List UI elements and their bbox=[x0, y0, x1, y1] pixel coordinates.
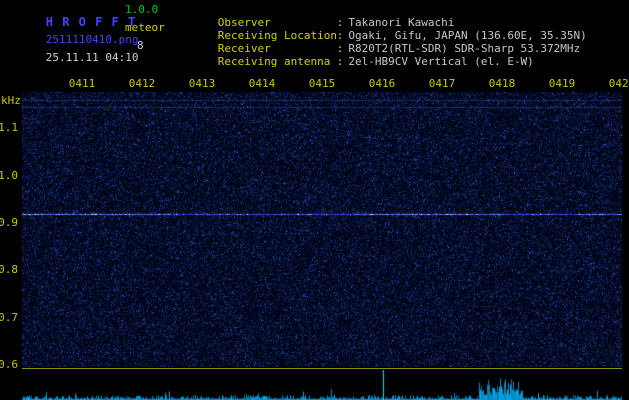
app-info-block: H R O F F T 1.0.0 2511110410.png meteor … bbox=[6, 4, 178, 58]
time-tick-0415: 0415 bbox=[309, 78, 336, 90]
filename-row: 2511110410.png meteor bbox=[6, 22, 178, 40]
info-value: Takanori Kawachi bbox=[348, 16, 454, 29]
level-strip-panel bbox=[22, 368, 622, 400]
info-separator: : bbox=[337, 42, 344, 55]
echo-count: 8 bbox=[137, 40, 144, 52]
observation-datetime: 25.11.11 04:10 bbox=[46, 51, 139, 64]
info-separator: : bbox=[337, 29, 344, 42]
time-tick-0412: 0412 bbox=[129, 78, 156, 90]
info-label: Receiver bbox=[218, 43, 337, 55]
time-tick-0417: 0417 bbox=[429, 78, 456, 90]
time-tick-0413: 0413 bbox=[189, 78, 216, 90]
info-value: Ogaki, Gifu, JAPAN (136.60E, 35.35N) bbox=[348, 29, 586, 42]
level-strip-canvas bbox=[22, 370, 622, 400]
info-label: Receiving Location bbox=[218, 30, 337, 42]
time-tick-0420: 0420 bbox=[609, 78, 629, 90]
freq-tick-0.7: 0.7 bbox=[0, 312, 18, 324]
info-separator: : bbox=[337, 16, 344, 29]
station-info-block: Observer:Takanori Kawachi Receiving Loca… bbox=[178, 5, 587, 57]
freq-tick-0.9: 0.9 bbox=[0, 217, 18, 229]
info-label: Receiving antenna bbox=[218, 56, 337, 68]
time-tick-0411: 0411 bbox=[69, 78, 96, 90]
time-tick-0418: 0418 bbox=[489, 78, 516, 90]
observation-mode: meteor bbox=[125, 22, 165, 34]
time-tick-0416: 0416 bbox=[369, 78, 396, 90]
datetime-row: 25.11.11 04:10 8 bbox=[6, 40, 178, 58]
app-version: 1.0.0 bbox=[125, 4, 158, 16]
spectrogram-canvas bbox=[22, 92, 622, 367]
info-separator: : bbox=[337, 55, 344, 68]
freq-tick-0.8: 0.8 bbox=[0, 264, 18, 276]
time-tick-0414: 0414 bbox=[249, 78, 276, 90]
info-value: 2el-HB9CV Vertical (el. E-W) bbox=[348, 55, 533, 68]
time-axis: 0411041204130414041504160417041804190420 bbox=[22, 78, 622, 91]
hrofft-window: H R O F F T 1.0.0 2511110410.png meteor … bbox=[0, 0, 629, 400]
time-tick-0419: 0419 bbox=[549, 78, 576, 90]
freq-tick-0.6: 0.6 bbox=[0, 359, 18, 371]
info-value: R820T2(RTL-SDR) SDR-Sharp 53.372MHz bbox=[348, 42, 580, 55]
freq-axis: 1.11.00.90.80.70.6 bbox=[0, 92, 20, 367]
freq-tick-1.0: 1.0 bbox=[0, 170, 18, 182]
app-title-row: H R O F F T 1.0.0 bbox=[6, 4, 178, 22]
info-row-observer: Observer:Takanori Kawachi bbox=[178, 5, 587, 18]
freq-tick-1.1: 1.1 bbox=[0, 122, 18, 134]
info-label: Observer bbox=[218, 17, 337, 29]
